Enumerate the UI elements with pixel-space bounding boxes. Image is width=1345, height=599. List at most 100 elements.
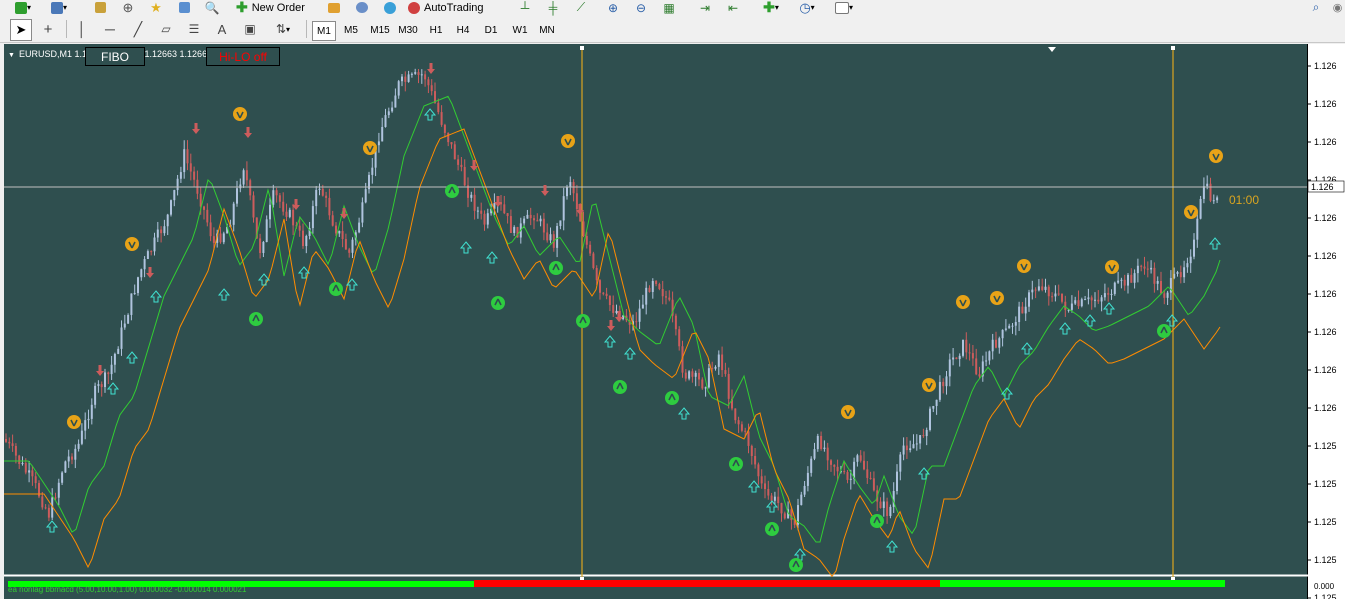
trendline-button[interactable]: ╱ xyxy=(128,19,148,39)
new-chart-button[interactable]: ▾ xyxy=(8,0,38,15)
bear-candle xyxy=(546,232,549,241)
timeframe-h4-button[interactable]: H4 xyxy=(453,21,473,39)
crosshair-button[interactable]: + xyxy=(38,19,58,39)
bear-candle xyxy=(740,424,743,431)
bull-candle xyxy=(176,178,179,191)
fibonacci-button[interactable]: ☰ xyxy=(184,19,204,39)
bear-candle xyxy=(608,295,611,306)
arrows-button[interactable]: ⇅ ▾ xyxy=(268,19,298,39)
fibo-button[interactable]: FIBO xyxy=(85,47,145,66)
chart-canvas[interactable]: 1.126 1.126 1.126 1.126 1.126 1.126 1.126 1.126… xyxy=(4,44,1345,599)
bull-candle xyxy=(133,292,136,294)
data-window-button[interactable]: ⊕ xyxy=(120,0,136,15)
auto-scroll-button[interactable]: ⇥ xyxy=(697,0,713,15)
bull-candle xyxy=(110,364,113,375)
vertical-line-handle[interactable] xyxy=(1171,46,1175,50)
timeframe-m1-button[interactable]: M1 xyxy=(312,21,336,41)
bear-candle xyxy=(302,230,304,247)
new-order-button[interactable]: ✚ New Order xyxy=(236,0,320,15)
line-chart-button[interactable]: ⟋ xyxy=(573,0,589,15)
bull-candle xyxy=(773,496,776,501)
bear-candle xyxy=(14,445,17,456)
equidistant-channel-button[interactable]: ▱ xyxy=(156,19,176,39)
text-label-button[interactable]: ▣ xyxy=(240,19,260,39)
price-axis xyxy=(1307,44,1345,599)
bear-candle xyxy=(975,358,978,375)
autotrading-button[interactable]: AutoTrading xyxy=(408,0,504,15)
timeframe-m30-button[interactable]: M30 xyxy=(396,21,420,39)
bull-candle xyxy=(896,471,898,492)
bull-candle xyxy=(641,304,644,309)
timeframe-m15-button[interactable]: M15 xyxy=(368,21,392,39)
timeframe-h1-button[interactable]: H1 xyxy=(426,21,446,39)
profiles-icon xyxy=(50,1,63,14)
community-button[interactable]: ◉ xyxy=(1330,0,1345,15)
bear-candle xyxy=(348,249,351,253)
horizontal-line-icon: ─ xyxy=(105,21,115,37)
signals-button[interactable] xyxy=(354,0,370,15)
bear-candle xyxy=(592,253,595,268)
bear-candle xyxy=(820,435,823,449)
chart-shift-button[interactable]: ⇤ xyxy=(725,0,741,15)
bull-candle xyxy=(67,456,70,462)
tile-windows-button[interactable]: ▦ xyxy=(661,0,677,15)
bull-candle xyxy=(717,354,720,367)
horizontal-line-button[interactable]: ─ xyxy=(100,19,120,39)
search-button[interactable]: ⌕ xyxy=(1308,0,1324,15)
chart-window[interactable]: 1.126 1.126 1.126 1.126 1.126 1.126 1.126 1.126… xyxy=(4,44,1345,599)
bull-candle xyxy=(1001,329,1004,339)
hilo-button[interactable]: Hi-LO off xyxy=(206,47,280,66)
profiles-button[interactable]: ▾ xyxy=(44,0,74,15)
terminal-button[interactable] xyxy=(176,0,192,15)
zoom-out-button[interactable]: ⊖ xyxy=(633,0,649,15)
zoom-in-button[interactable]: ⊕ xyxy=(605,0,621,15)
bear-candle xyxy=(585,236,588,245)
sell-signal-icon xyxy=(125,237,139,251)
bear-candle xyxy=(978,374,981,377)
periods-button[interactable]: ◷ ▾ xyxy=(793,0,821,15)
market-button[interactable] xyxy=(382,0,398,15)
timeframe-w1-button[interactable]: W1 xyxy=(509,21,531,39)
metaeditor-button[interactable] xyxy=(326,0,342,15)
globe-icon xyxy=(384,1,396,14)
bear-candle xyxy=(605,293,608,296)
bar-chart-button[interactable]: ┴ xyxy=(517,0,533,15)
buy-signal-icon xyxy=(665,391,679,405)
bull-candle xyxy=(915,443,918,445)
bear-candle xyxy=(760,476,763,484)
bear-candle xyxy=(1146,268,1149,270)
text-button[interactable]: A xyxy=(212,19,232,39)
navigator-button[interactable]: ★ xyxy=(148,0,164,15)
bull-candle xyxy=(90,404,93,419)
search-icon: ⌕ xyxy=(1312,0,1320,14)
bear-candle xyxy=(1153,267,1156,284)
cursor-button[interactable]: ➤ xyxy=(10,19,32,41)
strategy-tester-button[interactable]: 🔍 xyxy=(204,0,220,15)
bull-candle xyxy=(470,194,473,198)
candlestick-button[interactable]: ╪ xyxy=(545,0,561,15)
timeframe-mn-button[interactable]: MN xyxy=(537,21,557,39)
bear-candle xyxy=(668,297,671,300)
vertical-line-handle[interactable] xyxy=(580,46,584,50)
vertical-line-button[interactable]: │ xyxy=(72,19,92,39)
bull-candle xyxy=(925,429,928,437)
bull-candle xyxy=(64,461,67,473)
zoom-in-icon: ⊕ xyxy=(607,0,619,15)
market-watch-button[interactable] xyxy=(92,0,108,15)
timeframe-m5-button[interactable]: M5 xyxy=(340,21,362,39)
bear-candle xyxy=(480,210,483,214)
bear-candle xyxy=(744,430,747,432)
bear-candle xyxy=(886,501,889,516)
bear-candle xyxy=(457,159,460,165)
bear-candle xyxy=(335,225,337,234)
bear-candle xyxy=(189,163,192,172)
bull-candle xyxy=(569,182,572,187)
bear-candle xyxy=(506,213,509,217)
bear-candle xyxy=(212,236,215,243)
indicators-button[interactable]: ✚ ▾ xyxy=(757,0,785,15)
templates-button[interactable]: ▾ xyxy=(829,0,859,15)
timeframe-d1-button[interactable]: D1 xyxy=(481,21,501,39)
bull-candle xyxy=(816,435,819,450)
bull-candle xyxy=(800,494,803,506)
bear-candle xyxy=(750,445,753,457)
